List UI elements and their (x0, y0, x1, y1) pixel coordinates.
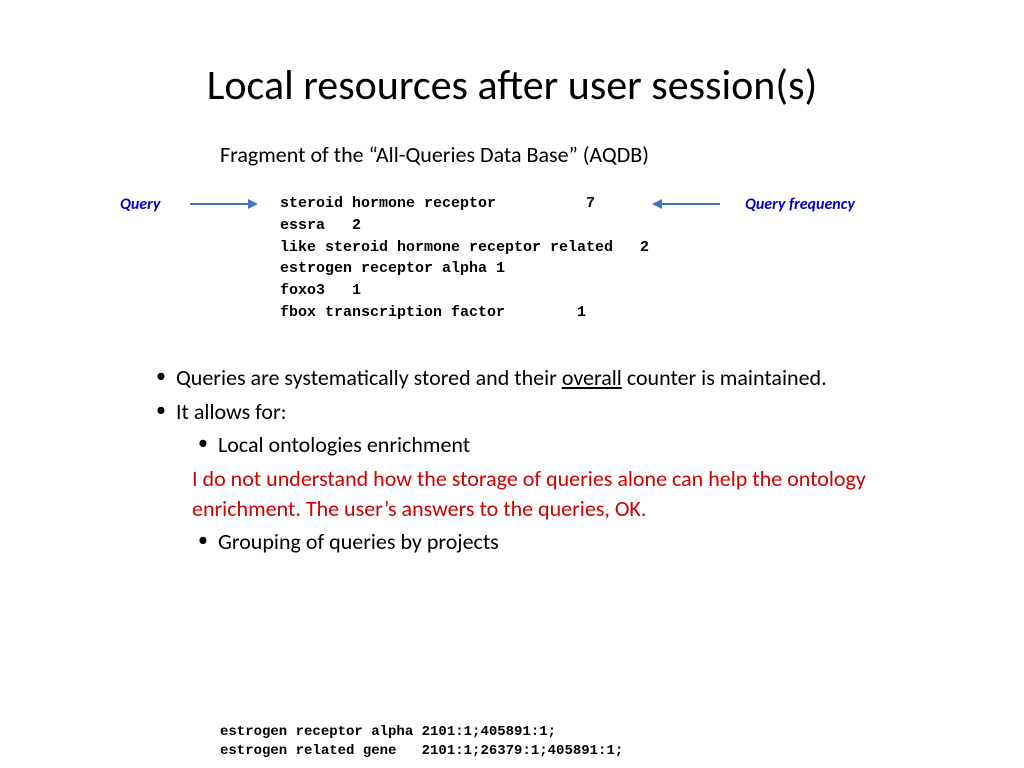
sub-bullet-item: Local ontologies enrichment (192, 430, 904, 460)
slide-title: Local resources after user session(s) (60, 60, 964, 111)
slide-container: Local resources after user session(s) Fr… (0, 0, 1024, 768)
query-frequency-label: Query frequency (745, 195, 855, 214)
query-row: foxo3 1 (280, 282, 361, 299)
bullet-text: counter is maintained. (622, 364, 827, 391)
query-label: Query (120, 195, 160, 214)
bottom-data-block: estrogen receptor alpha 2101:1;405891:1;… (220, 723, 623, 762)
bullet-section: Queries are systematically stored and th… (150, 363, 904, 557)
sub-bullet-item: Grouping of queries by projects (192, 527, 904, 557)
query-database-block: Query steroid hormone receptor 7 essra 2… (60, 193, 964, 343)
query-row: fbox transcription factor 1 (280, 304, 586, 321)
slide-subtitle: Fragment of the “All-Queries Data Base” … (220, 141, 964, 168)
arrow-left-icon (660, 203, 720, 205)
reviewer-note: I do not understand how the storage of q… (192, 464, 904, 523)
data-row: estrogen related gene 2101:1;26379:1;405… (220, 743, 623, 759)
bullet-underlined: overall (562, 364, 622, 391)
query-row: essra 2 (280, 217, 361, 234)
query-row: steroid hormone receptor 7 (280, 195, 595, 212)
query-list: steroid hormone receptor 7 essra 2 like … (280, 193, 649, 324)
data-row: estrogen receptor alpha 2101:1;405891:1; (220, 724, 556, 740)
bullet-item: It allows for: (150, 397, 904, 427)
arrow-right-icon (190, 203, 250, 205)
query-row: like steroid hormone receptor related 2 (280, 239, 649, 256)
bullet-item: Queries are systematically stored and th… (150, 363, 904, 393)
query-row: estrogen receptor alpha 1 (280, 260, 505, 277)
bullet-text: Queries are systematically stored and th… (176, 364, 562, 391)
